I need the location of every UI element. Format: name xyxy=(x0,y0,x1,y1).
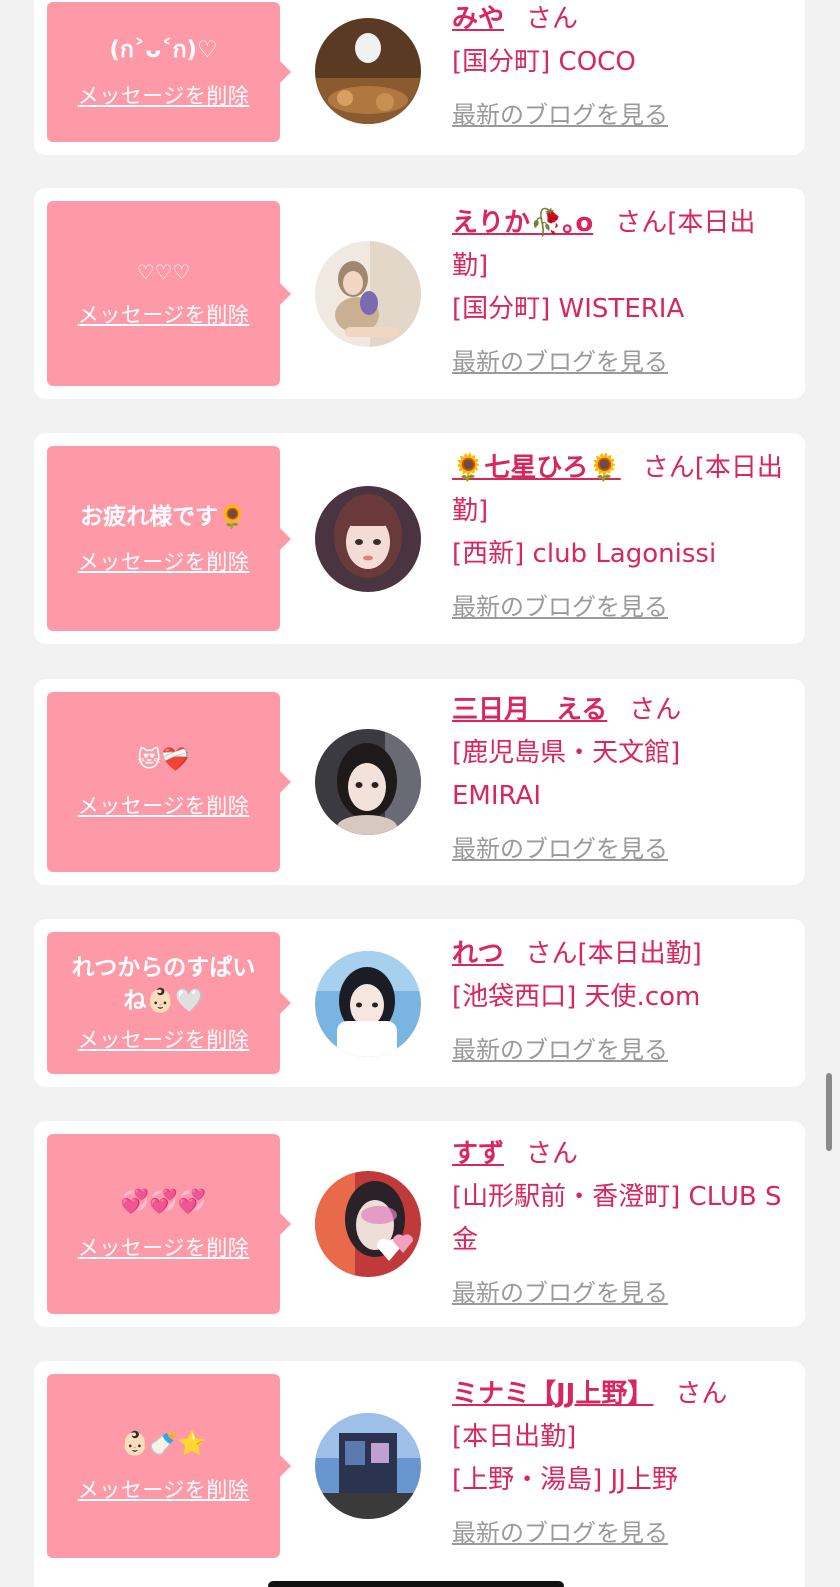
attendance-status: [本日出勤] xyxy=(452,1422,577,1452)
latest-blog-link[interactable]: 最新のブログを見る xyxy=(452,1272,668,1315)
delete-message-link[interactable]: メッセージを削除 xyxy=(78,1024,250,1054)
scrollbar[interactable] xyxy=(826,1073,832,1151)
message-bubble: れつからのすぱいね👶🏻🤍 メッセージを削除 xyxy=(47,932,291,1074)
favorite-card: 👶🏻🍼⭐ メッセージを削除 ミナミ【JJ上野】 さん [本日出勤] [上野・湯島] … xyxy=(34,1361,805,1587)
latest-blog-link[interactable]: 最新のブログを見る xyxy=(452,1512,668,1555)
honorific: さん xyxy=(525,939,578,969)
area-shop: [鹿児島県・天文館] EMIRAI xyxy=(452,738,681,811)
area-shop: [国分町] COCO xyxy=(452,47,636,77)
area-shop: [西新] club Lagonissi xyxy=(452,539,717,569)
latest-blog-link[interactable]: 最新のブログを見る xyxy=(452,586,668,629)
favorite-card: (ก˃ᴗ˂ก)♡ メッセージを削除 みや さん [国分町] COCO 最新のブログ… xyxy=(34,0,805,155)
honorific: さん xyxy=(526,1139,579,1169)
honorific: さん xyxy=(642,453,695,483)
latest-blog-link[interactable]: 最新のブログを見る xyxy=(452,341,668,384)
latest-blog-link[interactable]: 最新のブログを見る xyxy=(452,1029,668,1072)
message-text: ♡♡♡ xyxy=(136,260,191,284)
message-text: 👶🏻🍼⭐ xyxy=(120,1431,207,1458)
delete-message-link[interactable]: メッセージを削除 xyxy=(78,546,250,576)
latest-blog-link[interactable]: 最新のブログを見る xyxy=(452,94,668,137)
favorite-card: れつからのすぱいね👶🏻🤍 メッセージを削除 れつ さん[本日出勤] [池袋西口] … xyxy=(34,919,805,1087)
name-line: すず さん xyxy=(452,1133,787,1176)
delete-message-link[interactable]: メッセージを削除 xyxy=(78,790,250,820)
latest-blog-link[interactable]: 最新のブログを見る xyxy=(452,828,668,871)
area-shop: [山形駅前・香澄町] CLUB S金 xyxy=(452,1182,782,1255)
avatar[interactable] xyxy=(315,1413,421,1519)
cast-name-link[interactable]: 🌻七星ひろ🌻 xyxy=(452,453,621,483)
cast-info: れつ さん[本日出勤] [池袋西口] 天使.com 最新のブログを見る xyxy=(452,933,787,1072)
attendance-status: [本日出勤] xyxy=(577,939,702,969)
name-line: みや さん xyxy=(452,0,787,41)
avatar[interactable] xyxy=(315,1171,421,1277)
avatar[interactable] xyxy=(315,241,421,347)
cast-name-link[interactable]: ミナミ【JJ上野】 xyxy=(452,1379,653,1409)
honorific: さん xyxy=(615,208,668,238)
honorific: さん xyxy=(526,4,579,34)
message-bubble: (ก˃ᴗ˂ก)♡ メッセージを削除 xyxy=(47,2,291,142)
honorific: さん xyxy=(675,1379,728,1409)
message-text: 💞💞💞 xyxy=(120,1189,207,1216)
favorite-card: 💞💞💞 メッセージを削除 すず さん [山形駅前・香澄町] CLUB S金 最新の… xyxy=(34,1121,805,1327)
favorite-card: 😻❤️‍🩹 メッセージを削除 三日月 える さん [鹿児島県・天文館] EMIRA… xyxy=(34,679,805,885)
cast-name-link[interactable]: れつ xyxy=(452,939,503,969)
delete-message-link[interactable]: メッセージを削除 xyxy=(78,80,250,110)
message-text: れつからのすぱいね👶🏻🤍 xyxy=(71,954,256,1014)
name-line: えりか🥀｡o さん[本日出勤] xyxy=(452,202,787,288)
message-bubble: 💞💞💞 メッセージを削除 xyxy=(47,1134,291,1314)
message-bubble: お疲れ様です🌻 メッセージを削除 xyxy=(47,446,291,631)
name-line: れつ さん[本日出勤] xyxy=(452,933,787,976)
name-line: ミナミ【JJ上野】 さん [本日出勤] xyxy=(452,1373,787,1459)
cast-info: ミナミ【JJ上野】 さん [本日出勤] [上野・湯島] JJ上野 最新のブログを見る xyxy=(452,1373,787,1555)
name-line: 🌻七星ひろ🌻 さん[本日出勤] xyxy=(452,447,787,533)
avatar[interactable] xyxy=(315,951,421,1057)
cast-name-link[interactable]: えりか🥀｡o xyxy=(452,208,593,238)
delete-message-link[interactable]: メッセージを削除 xyxy=(78,1232,250,1262)
area-shop: [池袋西口] 天使.com xyxy=(452,982,701,1012)
name-line: 三日月 える さん xyxy=(452,689,787,732)
favorite-card: お疲れ様です🌻 メッセージを削除 🌻七星ひろ🌻 さん[本日出勤] [西新] clu… xyxy=(34,433,805,644)
delete-message-link[interactable]: メッセージを削除 xyxy=(78,1474,250,1504)
favorite-card: ♡♡♡ メッセージを削除 えりか🥀｡o さん[本日出勤] [国分町] WISTER… xyxy=(34,188,805,399)
cast-name-link[interactable]: 三日月 える xyxy=(452,695,607,725)
area-shop: [国分町] WISTERIA xyxy=(452,294,685,324)
cast-info: すず さん [山形駅前・香澄町] CLUB S金 最新のブログを見る xyxy=(452,1133,787,1315)
message-bubble: 😻❤️‍🩹 メッセージを削除 xyxy=(47,692,291,872)
avatar[interactable] xyxy=(315,729,421,835)
avatar[interactable] xyxy=(315,486,421,592)
delete-message-link[interactable]: メッセージを削除 xyxy=(78,299,250,329)
message-text: (ก˃ᴗ˂ก)♡ xyxy=(109,37,218,64)
honorific: さん xyxy=(629,695,682,725)
home-indicator[interactable] xyxy=(268,1581,564,1587)
message-text: 😻❤️‍🩹 xyxy=(137,747,190,774)
cast-info: 🌻七星ひろ🌻 さん[本日出勤] [西新] club Lagonissi 最新のブロ… xyxy=(452,447,787,629)
message-bubble: 👶🏻🍼⭐ メッセージを削除 xyxy=(47,1374,291,1558)
message-text: お疲れ様です🌻 xyxy=(80,503,247,530)
cast-name-link[interactable]: すず xyxy=(452,1139,504,1169)
cast-name-link[interactable]: みや xyxy=(452,4,504,34)
avatar[interactable] xyxy=(315,18,421,124)
message-bubble: ♡♡♡ メッセージを削除 xyxy=(47,201,291,386)
area-shop: [上野・湯島] JJ上野 xyxy=(452,1465,678,1495)
cast-info: みや さん [国分町] COCO 最新のブログを見る xyxy=(452,0,787,137)
cast-info: えりか🥀｡o さん[本日出勤] [国分町] WISTERIA 最新のブログを見る xyxy=(452,202,787,384)
cast-info: 三日月 える さん [鹿児島県・天文館] EMIRAI 最新のブログを見る xyxy=(452,689,787,871)
